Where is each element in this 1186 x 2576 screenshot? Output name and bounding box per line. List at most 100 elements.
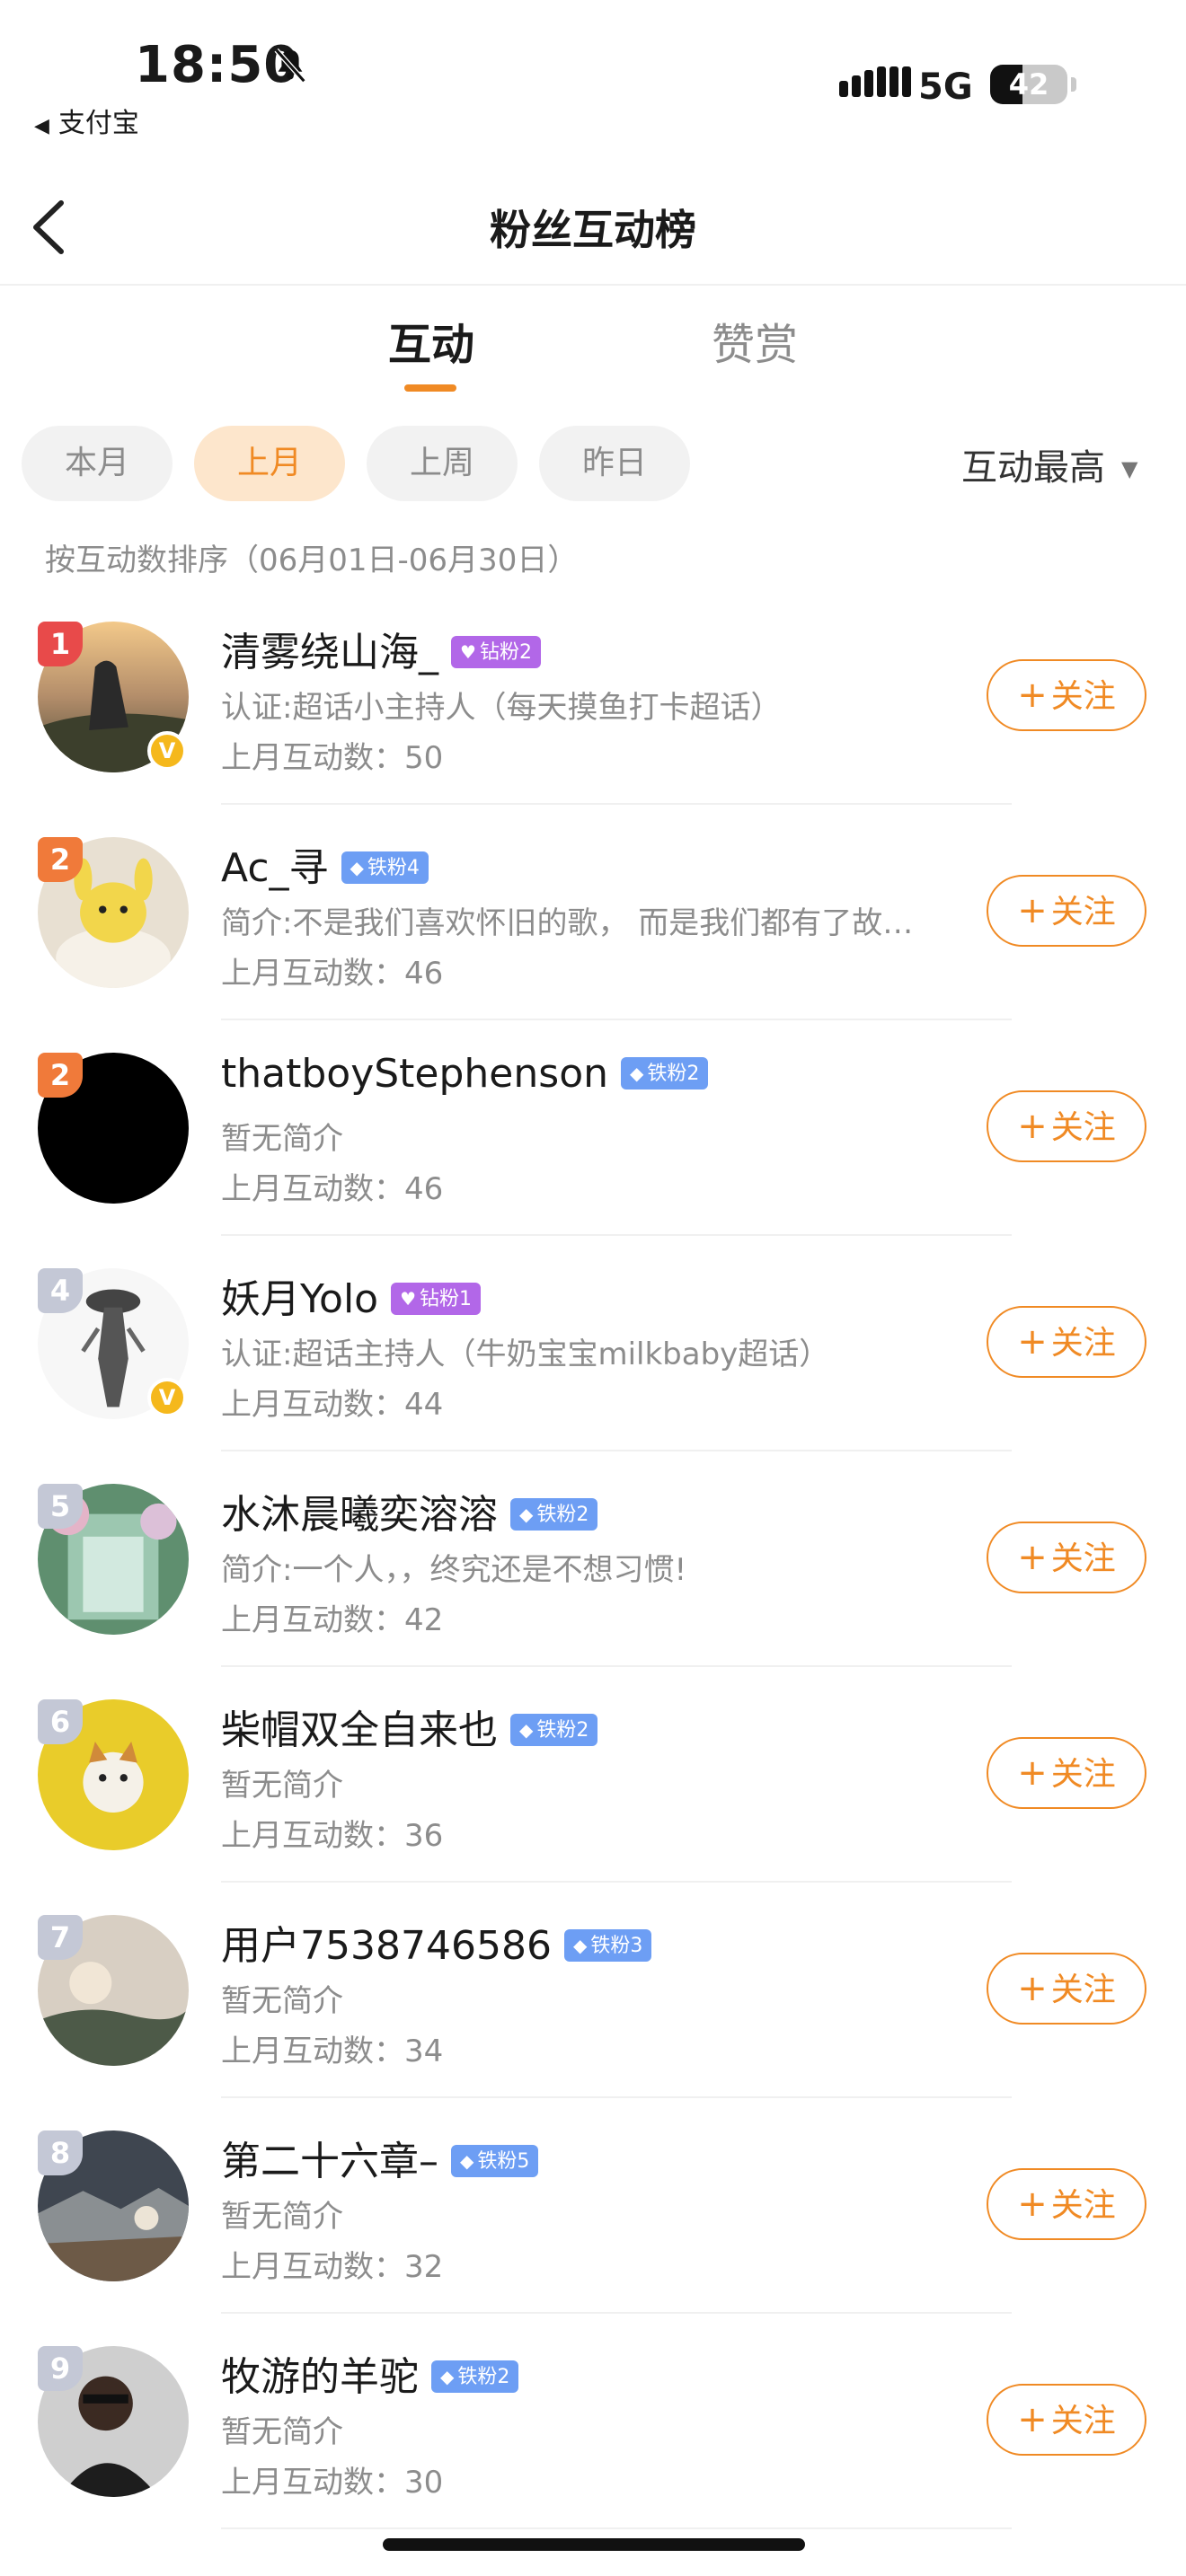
user-name: 清雾绕山海_ — [221, 630, 438, 675]
verified-icon: V — [147, 731, 187, 771]
fan-level-badge: ◆ 铁粉2 — [621, 1057, 709, 1090]
follow-label: 关注 — [1050, 894, 1116, 931]
caret-down-icon: ▼ — [1121, 456, 1138, 481]
user-name-line[interactable]: 水沐晨曦奕溶溶 ◆ 铁粉2 — [221, 1482, 598, 1539]
fan-list-item[interactable]: 6 柴帽双全自来也 ◆ 铁粉2 暂无简介 上月互动数：36 + 关注 — [0, 1689, 1186, 1904]
plus-icon: + — [1017, 1106, 1048, 1147]
follow-button[interactable]: + 关注 — [987, 659, 1146, 731]
fan-list-item[interactable]: 1 V 清雾绕山海_ ♥ 钻粉2 认证:超话小主持人（每天摸鱼打卡超话） 上月互动数：50 +… — [0, 611, 1186, 826]
row-divider — [221, 2312, 1012, 2314]
user-name: 柴帽双全自来也 — [221, 1707, 498, 1753]
fan-level-badge: ◆ 铁粉2 — [510, 1498, 598, 1531]
network-type: 5G — [918, 66, 973, 108]
fan-level-label: 铁粉2 — [536, 1504, 589, 1526]
interaction-count: 上月互动数：42 — [221, 1602, 444, 1638]
user-bio: 暂无简介 — [221, 1121, 343, 1157]
user-bio: 暂无简介 — [221, 1768, 343, 1804]
battery-icon: 42 — [990, 65, 1067, 104]
fan-list-item[interactable]: 9 牧游的羊驼 ◆ 铁粉2 暂无简介 上月互动数：30 + 关注 — [0, 2335, 1186, 2551]
follow-label: 关注 — [1050, 1109, 1116, 1146]
filter-last-week[interactable]: 上周 — [367, 426, 518, 501]
user-bio: 暂无简介 — [221, 2199, 343, 2235]
fan-level-label: 铁粉2 — [457, 2366, 510, 2388]
follow-button[interactable]: + 关注 — [987, 1306, 1146, 1378]
follow-button[interactable]: + 关注 — [987, 2168, 1146, 2240]
fan-list-item[interactable]: 8 第二十六章– ◆ 铁粉5 暂无简介上月互动数：32 + 关注 — [0, 2120, 1186, 2335]
interaction-count: 上月互动数：32 — [221, 2249, 444, 2285]
rank-badge: 9 — [38, 2346, 83, 2391]
battery-level: 42 — [1008, 67, 1049, 101]
user-name-line[interactable]: 第二十六章– ◆ 铁粉5 — [221, 2129, 539, 2186]
follow-label: 关注 — [1050, 2403, 1116, 2439]
user-name: 第二十六章– — [221, 2139, 438, 2184]
nav-divider — [0, 284, 1186, 286]
iron-gem-icon: ◆ — [440, 2366, 455, 2387]
fan-list-item[interactable]: 4 V 妖月Yolo ♥ 钻粉1 认证:超话主持人（牛奶宝宝milkbaby超话） 上月互动… — [0, 1257, 1186, 1473]
rank-badge: 6 — [38, 1699, 83, 1744]
user-name-line[interactable]: 妖月Yolo ♥ 钻粉1 — [221, 1266, 482, 1324]
user-bio: 简介:一个人，，终究还是不想习惯! — [221, 1552, 687, 1588]
rank-badge: 8 — [38, 2130, 83, 2175]
user-name-line[interactable]: 清雾绕山海_ ♥ 钻粉2 — [221, 620, 541, 677]
rank-badge: 4 — [38, 1268, 83, 1313]
tab-reward[interactable]: 赞赏 — [712, 309, 798, 372]
interaction-count: 上月互动数：50 — [221, 740, 444, 776]
fan-level-label: 铁粉4 — [367, 857, 420, 879]
rank-badge: 2 — [38, 1053, 83, 1098]
fan-list-item[interactable]: 7 用户7538746586 ◆ 铁粉3 暂无简介 上月互动数：34 + 关注 — [0, 1904, 1186, 2120]
follow-label: 关注 — [1050, 2187, 1116, 2224]
filter-last-month[interactable]: 上月 — [194, 426, 345, 501]
plus-icon: + — [1017, 1968, 1048, 2009]
user-name-line[interactable]: 柴帽双全自来也 ◆ 铁粉2 — [221, 1698, 598, 1755]
follow-button[interactable]: + 关注 — [987, 1737, 1146, 1809]
fan-list-item[interactable]: 2 thatboyStephenson ◆ 铁粉2 暂无简介上月互动数：46 + 关注 — [0, 1042, 1186, 1257]
iron-gem-icon: ◆ — [519, 1719, 534, 1741]
follow-button[interactable]: + 关注 — [987, 1953, 1146, 2025]
home-indicator[interactable] — [383, 2538, 805, 2551]
follow-button[interactable]: + 关注 — [987, 2384, 1146, 2456]
user-name: 用户7538746586 — [221, 1923, 552, 1969]
follow-button[interactable]: + 关注 — [987, 1090, 1146, 1162]
diamond-heart-icon: ♥ — [460, 641, 476, 663]
plus-icon: + — [1017, 890, 1048, 931]
filter-this-month[interactable]: 本月 — [22, 426, 173, 501]
fan-level-badge: ♥ 钻粉2 — [451, 636, 541, 668]
follow-button[interactable]: + 关注 — [987, 1522, 1146, 1593]
fan-list-item[interactable]: 2 Ac_寻 ◆ 铁粉4 简介:不是我们喜欢怀旧的歌， 而是我们都有了故… 上月互动数：4… — [0, 826, 1186, 1042]
fan-level-badge: ♥ 钻粉1 — [391, 1283, 482, 1315]
iron-gem-icon: ◆ — [350, 857, 364, 878]
plus-icon: + — [1017, 2183, 1048, 2225]
row-divider — [221, 1881, 1012, 1883]
fan-list-item[interactable]: 5 水沐晨曦奕溶溶 ◆ 铁粉2 简介:一个人，，终究还是不想习惯! 上月互动数：42 + 关注 — [0, 1473, 1186, 1689]
fan-level-label: 铁粉5 — [477, 2150, 530, 2173]
battery-tip — [1071, 77, 1076, 92]
back-to-app-link[interactable]: ◀ 支付宝 — [34, 101, 139, 140]
fan-level-badge: ◆ 铁粉4 — [341, 851, 429, 884]
row-divider — [221, 1450, 1012, 1451]
user-name-line[interactable]: thatboyStephenson ◆ 铁粉2 — [221, 1051, 709, 1097]
user-name-line[interactable]: 牧游的羊驼 ◆ 铁粉2 — [221, 2344, 519, 2402]
interaction-count: 上月互动数：44 — [221, 1387, 444, 1423]
interaction-count: 上月互动数：46 — [221, 1171, 444, 1207]
back-triangle-icon: ◀ — [34, 115, 49, 137]
fan-level-badge: ◆ 铁粉3 — [563, 1929, 652, 1962]
filter-yesterday[interactable]: 昨日 — [539, 426, 690, 501]
user-bio: 认证:超话小主持人（每天摸鱼打卡超话） — [221, 690, 782, 726]
iron-gem-icon: ◆ — [630, 1063, 644, 1084]
interaction-count: 上月互动数：34 — [221, 2033, 444, 2069]
back-app-label: 支付宝 — [58, 108, 139, 139]
fan-level-badge: ◆ 铁粉2 — [510, 1714, 598, 1746]
user-bio: 简介:不是我们喜欢怀旧的歌， 而是我们都有了故… — [221, 905, 914, 941]
verified-icon: V — [147, 1378, 187, 1417]
user-name-line[interactable]: 用户7538746586 ◆ 铁粉3 — [221, 1913, 652, 1971]
user-name: Ac_寻 — [221, 845, 329, 891]
follow-label: 关注 — [1050, 678, 1116, 715]
tab-indicator — [404, 384, 456, 392]
user-name-line[interactable]: Ac_寻 ◆ 铁粉4 — [221, 835, 429, 893]
follow-button[interactable]: + 关注 — [987, 875, 1146, 947]
bell-muted-icon — [274, 48, 306, 84]
tab-interaction[interactable]: 互动 — [388, 309, 474, 372]
plus-icon: + — [1017, 2399, 1048, 2440]
interaction-count: 上月互动数：30 — [221, 2465, 444, 2501]
sort-dropdown[interactable]: 互动最高 ▼ — [961, 438, 1137, 490]
